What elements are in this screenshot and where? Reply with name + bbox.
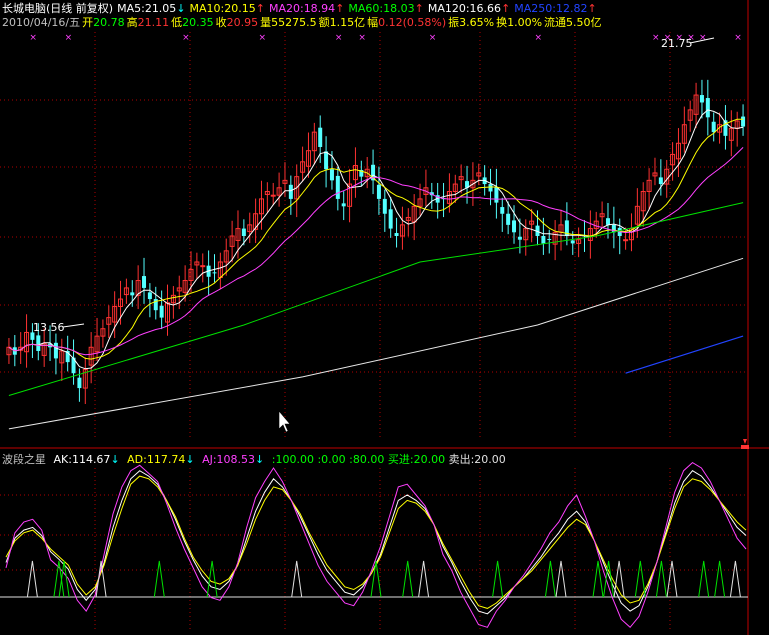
candle-body-down — [517, 236, 522, 240]
candle-body-down — [506, 213, 511, 225]
indicator-series — [0, 461, 748, 629]
signal-marker-icon: × — [182, 33, 190, 43]
candle-body-down — [512, 220, 517, 233]
candle-body-down — [36, 335, 41, 351]
signal-marker-icon: × — [699, 33, 707, 43]
candlestick-series: × × × × × × × × × × × × × × — [6, 33, 746, 405]
mouse-cursor-icon — [278, 410, 291, 433]
signal-marker-icon: × — [65, 33, 73, 43]
candle-body-down — [500, 207, 505, 214]
candle-body-down — [329, 169, 334, 181]
candle-body-down — [212, 272, 217, 274]
candle-body-down — [288, 184, 293, 199]
low-price-label: 13.56 — [33, 321, 65, 334]
low-price-arrow — [62, 323, 85, 328]
buy-signal-spike — [592, 560, 604, 598]
buy-signal-spike — [666, 560, 678, 598]
candle-body-down — [570, 240, 575, 244]
buy-signal-spike — [53, 560, 65, 598]
candle-body-down — [341, 203, 346, 207]
candle-body-down — [488, 184, 493, 192]
candle-body-down — [53, 342, 58, 359]
candle-body-down — [388, 209, 393, 229]
candle-body-down — [147, 292, 152, 300]
signal-marker-icon: × — [734, 33, 742, 43]
signal-marker-icon: × — [358, 33, 366, 43]
candle-body-down — [241, 228, 246, 236]
indicator-line-ak — [5, 470, 747, 615]
buy-signal-spike — [729, 560, 741, 598]
buy-signal-spike — [370, 560, 382, 598]
candle-body-up — [270, 194, 276, 197]
candle-body-up — [623, 239, 629, 242]
stock-chart[interactable]: × × × × × × × × × × × × × × 21.75 13.56 — [0, 0, 769, 635]
candle-body-down — [741, 116, 746, 127]
high-price-label: 21.75 — [661, 37, 693, 50]
candle-body-down — [658, 177, 663, 185]
scroll-marker-base[interactable] — [741, 445, 749, 449]
ma250-line — [625, 335, 744, 374]
candle-body-down — [547, 238, 552, 240]
candle-body-down — [382, 198, 387, 214]
moving-averages — [8, 109, 744, 430]
buy-signal-spike — [26, 560, 38, 598]
candle-body-down — [324, 151, 329, 170]
signal-marker-icon: × — [429, 33, 437, 43]
buy-signal-spike — [655, 560, 667, 598]
buy-signal-spike — [492, 560, 504, 598]
candle-body-down — [159, 305, 164, 318]
candle-body-up — [200, 265, 206, 268]
candle-body-down — [77, 377, 82, 389]
buy-signal-spike — [698, 560, 710, 598]
signal-marker-icon: × — [652, 33, 660, 43]
buy-signal-spike — [418, 560, 430, 598]
signal-marker-icon: × — [535, 33, 543, 43]
candle-body-down — [318, 127, 323, 147]
scroll-marker-icon[interactable] — [743, 439, 747, 444]
candle-body-down — [705, 98, 710, 118]
candle-body-down — [541, 236, 546, 244]
ma10-line — [8, 118, 744, 360]
buy-signal-spike — [714, 560, 726, 598]
candle-body-down — [335, 175, 340, 199]
candle-body-down — [142, 276, 147, 288]
indicator-line-aj — [5, 461, 747, 629]
candle-body-down — [130, 292, 135, 296]
candle-body-down — [394, 233, 399, 236]
buy-signal-spike — [153, 560, 165, 598]
buy-signal-spike — [555, 560, 567, 598]
buy-signal-spike — [544, 560, 556, 598]
buy-signal-spike — [402, 560, 414, 598]
signal-marker-icon: × — [335, 33, 343, 43]
candle-body-down — [711, 121, 716, 133]
candle-body-down — [605, 218, 610, 225]
grid-lines — [0, 0, 769, 635]
candle-body-down — [494, 187, 499, 203]
indicator-line-ad — [5, 475, 747, 609]
buy-signal-spike — [58, 560, 70, 598]
candle-body-down — [376, 184, 381, 199]
candle-body-down — [699, 95, 704, 103]
buy-signal-spike — [291, 560, 303, 598]
signal-marker-icon: × — [258, 33, 266, 43]
ma20-line — [8, 147, 744, 356]
signal-marker-icon: × — [29, 33, 37, 43]
